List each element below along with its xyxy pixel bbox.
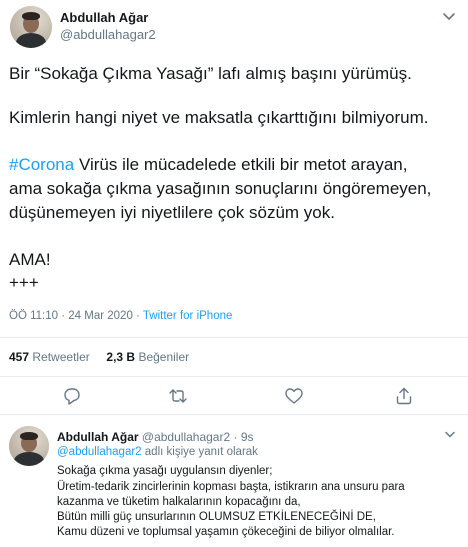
reply-text-line: kazanma ve tüketim halkalarının kopacağı… (57, 496, 301, 508)
divider (0, 337, 468, 338)
retweets-count: 457 (9, 350, 30, 364)
like-icon[interactable] (284, 386, 304, 406)
tweet-date[interactable]: 24 Mar 2020 (68, 310, 133, 322)
reply-time[interactable]: 9s (241, 430, 254, 444)
divider (0, 376, 468, 377)
tweet-text-line: Bir “Sokağa Çıkma Yasağı” lafı almış baş… (9, 64, 412, 83)
tweet-text-line: düşünemeyen iyi niyetlilere çok sözüm yo… (9, 203, 335, 222)
reply-mention-link[interactable]: @abdullahagar2 (57, 446, 142, 458)
likes-count: 2,3 B (106, 350, 136, 364)
avatar[interactable] (10, 6, 52, 48)
reply-icon[interactable] (62, 386, 82, 406)
tweet-text-line: +++ (9, 273, 39, 292)
reply-text-line: Üretim-tedarik zincirlerinin kopması baş… (57, 481, 405, 493)
reply-text-line: Kamu düzeni ve toplumsal yaşamın çökeceğ… (57, 526, 395, 538)
reply-author-handle[interactable]: @abdullahagar2 (142, 430, 230, 444)
meta-separator: · (61, 310, 66, 322)
divider (0, 414, 468, 415)
avatar[interactable] (9, 426, 49, 466)
likes-stat[interactable]: 2,3 B Beğeniler (106, 350, 189, 364)
tweet-text-line: ama sokağa çıkma yasağının sonuçlarını ö… (9, 179, 432, 198)
tweet-actions (0, 386, 468, 412)
main-tweet: Abdullah Ağar @abdullahagar2 Bir “Sokağa… (0, 0, 468, 392)
tweet-text-line: Kimlerin hangi niyet ve maksatla çıkartt… (9, 108, 429, 127)
reply-tweet[interactable]: Abdullah Ağar @abdullahagar2 · 9s @abdul… (0, 418, 468, 547)
reply-separator: · (233, 430, 238, 444)
tweet-text-line: #Corona Virüs ile mücadelede etkili bir … (9, 153, 459, 176)
retweet-icon[interactable] (168, 386, 188, 406)
author-handle[interactable]: @abdullahagar2 (60, 27, 156, 42)
tweet-text-span: Virüs ile mücadelede etkili bir metot ar… (78, 155, 408, 174)
reply-text-line: Sokağa çıkma yasağı uygulansın diyenler; (57, 465, 273, 477)
replying-to: @abdullahagar2 adlı kişiye yanıt olarak (57, 446, 258, 458)
hashtag-link[interactable]: #Corona (9, 155, 74, 174)
reply-text-line: Bütün milli güç unsurlarının OLUMSUZ ETK… (57, 511, 376, 523)
reply-header: Abdullah Ağar @abdullahagar2 · 9s (57, 430, 254, 444)
tweet-source-link[interactable]: Twitter for iPhone (143, 310, 232, 322)
retweets-stat[interactable]: 457 Retweetler (9, 350, 90, 364)
meta-separator: · (136, 310, 140, 322)
reply-author-name[interactable]: Abdullah Ağar (57, 430, 139, 444)
chevron-down-icon[interactable] (443, 430, 457, 440)
share-icon[interactable] (394, 386, 414, 406)
tweet-stats: 457 Retweetler 2,3 B Beğeniler (9, 350, 189, 364)
author-name[interactable]: Abdullah Ağar (60, 10, 148, 25)
retweets-label: Retweetler (32, 350, 90, 364)
tweet-meta: ÖÖ 11:10 · 24 Mar 2020 · Twitter for iPh… (9, 310, 232, 322)
reply-to-label: adlı kişiye yanıt olarak (144, 446, 258, 458)
likes-label: Beğeniler (138, 350, 190, 364)
tweet-text-line: AMA! (9, 250, 51, 269)
chevron-down-icon[interactable] (441, 11, 457, 23)
tweet-time[interactable]: ÖÖ 11:10 (9, 310, 58, 322)
